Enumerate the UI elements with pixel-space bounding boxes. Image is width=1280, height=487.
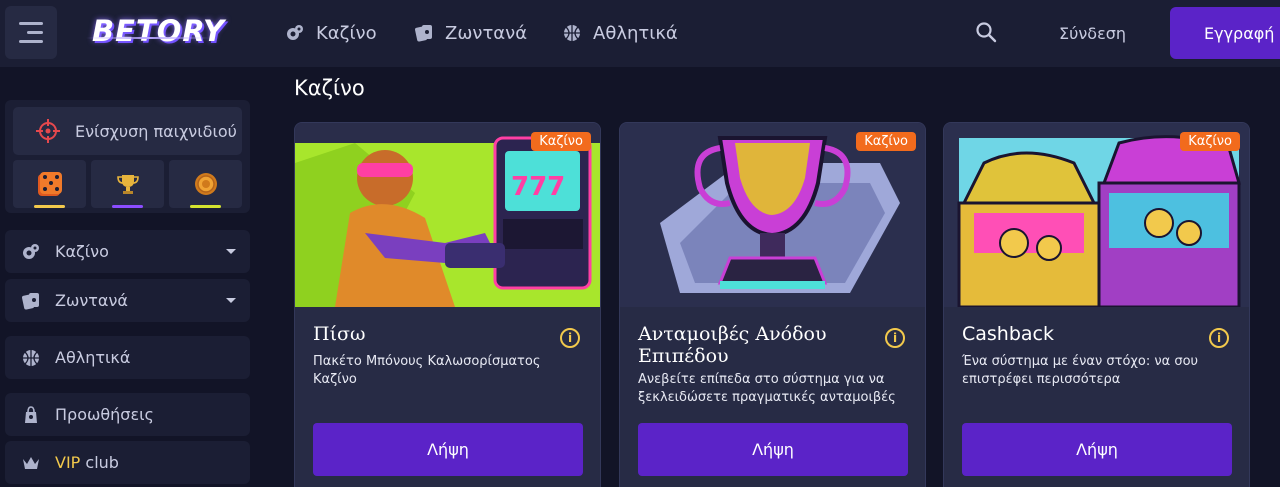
nav-casino-label: Καζίνο <box>316 22 377 44</box>
game-boost-button[interactable]: Ενίσχυση παιχνιδιού <box>13 107 242 155</box>
category-badge: Καζίνο <box>856 132 916 151</box>
nav-live-label: Ζωντανά <box>445 22 528 44</box>
card-title: Ανταμοιβές Ανόδου Επιπέδου <box>638 323 827 367</box>
promo-card: Καζίνο Ανταμοιβές Ανόδου Επιπέδου i Ανεβ… <box>619 122 926 487</box>
claim-button[interactable]: Λήψη <box>638 423 908 476</box>
info-icon[interactable]: i <box>560 328 580 348</box>
game-tile-indicator <box>190 205 221 208</box>
sidebar: Ενίσχυση παιχνιδιού Καζίνο Ζωντανά Αθλητ… <box>0 67 258 487</box>
nav-casino[interactable]: Καζίνο <box>285 20 377 46</box>
vip-rest: club <box>80 453 119 472</box>
sidebar-item-label: VIP club <box>55 453 119 472</box>
sidebar-item-label: Ζωντανά <box>55 291 128 310</box>
playing-cards-icon <box>22 292 39 310</box>
search-icon[interactable] <box>975 21 997 43</box>
card-description: Πακέτο Μπόνους Καλωσορίσματος Καζίνο <box>313 354 541 387</box>
logo-underline <box>86 37 210 39</box>
sidebar-item-sports[interactable]: Αθλητικά <box>5 336 250 379</box>
info-icon[interactable]: i <box>885 328 905 348</box>
sidebar-item-promotions[interactable]: Προωθήσεις <box>5 393 250 436</box>
basketball-icon <box>23 349 39 366</box>
game-tile-coin[interactable] <box>169 160 242 208</box>
sidebar-item-casino[interactable]: Καζίνο <box>5 230 250 273</box>
vip-highlight: VIP <box>55 453 81 472</box>
signup-button[interactable]: Εγγραφή <box>1170 7 1280 59</box>
chevron-down-icon[interactable] <box>226 249 236 254</box>
basketball-icon <box>564 25 580 41</box>
card-description: Ανεβείτε επίπεδα στο σύστημα για να ξεκλ… <box>638 372 896 405</box>
nav-sports[interactable]: Αθλητικά <box>562 20 678 46</box>
crown-icon <box>23 456 39 469</box>
casino-chips-icon <box>23 243 39 259</box>
game-tile-dice[interactable] <box>13 160 86 208</box>
card-title: Cashback <box>962 323 1055 345</box>
game-boost-label: Ενίσχυση παιχνιδιού <box>75 121 237 141</box>
sidebar-item-live[interactable]: Ζωντανά <box>5 279 250 322</box>
dice-icon <box>37 172 62 196</box>
nav-live[interactable]: Ζωντανά <box>414 20 527 46</box>
casino-chips-icon <box>287 25 303 40</box>
sidebar-item-label: Προωθήσεις <box>55 405 154 424</box>
nav-sports-label: Αθλητικά <box>593 22 678 44</box>
game-boost-panel: Ενίσχυση παιχνιδιού <box>5 100 250 213</box>
game-tile-indicator <box>112 205 143 208</box>
hamburger-menu-button[interactable] <box>5 6 57 59</box>
svg-text:777: 777 <box>511 172 565 202</box>
promo-card: 777 Καζίνο Πίσω i Πακέτο Μπόνους Καλωσορ… <box>294 122 601 487</box>
login-button[interactable]: Σύνδεση <box>1047 20 1138 46</box>
trophy-icon <box>116 175 139 194</box>
promo-card: Καζίνο Cashback i Ένα σύστημα με έναν στ… <box>943 122 1250 487</box>
sidebar-item-label: Αθλητικά <box>55 348 131 367</box>
category-badge: Καζίνο <box>1180 132 1240 151</box>
sidebar-item-label: Καζίνο <box>55 242 109 261</box>
category-badge: Καζίνο <box>531 132 591 151</box>
playing-cards-icon <box>415 25 432 42</box>
crosshair-icon <box>36 119 60 143</box>
gift-bag-icon <box>25 405 37 423</box>
top-header: BETORY Καζίνο Ζωντανά Αθλητικά Σύνδεση Ε… <box>0 0 1280 67</box>
card-description: Ένα σύστημα με έναν στόχο: να σου επιστρ… <box>962 354 1199 387</box>
chevron-down-icon[interactable] <box>226 298 236 303</box>
section-title: Καζίνο <box>294 76 365 100</box>
site-logo[interactable]: BETORY <box>92 14 225 48</box>
sidebar-item-vip-club[interactable]: VIP club <box>5 441 250 484</box>
game-tile-trophy[interactable] <box>91 160 164 208</box>
claim-button[interactable]: Λήψη <box>313 423 583 476</box>
coin-icon <box>194 173 217 195</box>
info-icon[interactable]: i <box>1209 328 1229 348</box>
card-title: Πίσω <box>313 323 366 345</box>
game-tile-indicator <box>34 205 65 208</box>
claim-button[interactable]: Λήψη <box>962 423 1232 476</box>
